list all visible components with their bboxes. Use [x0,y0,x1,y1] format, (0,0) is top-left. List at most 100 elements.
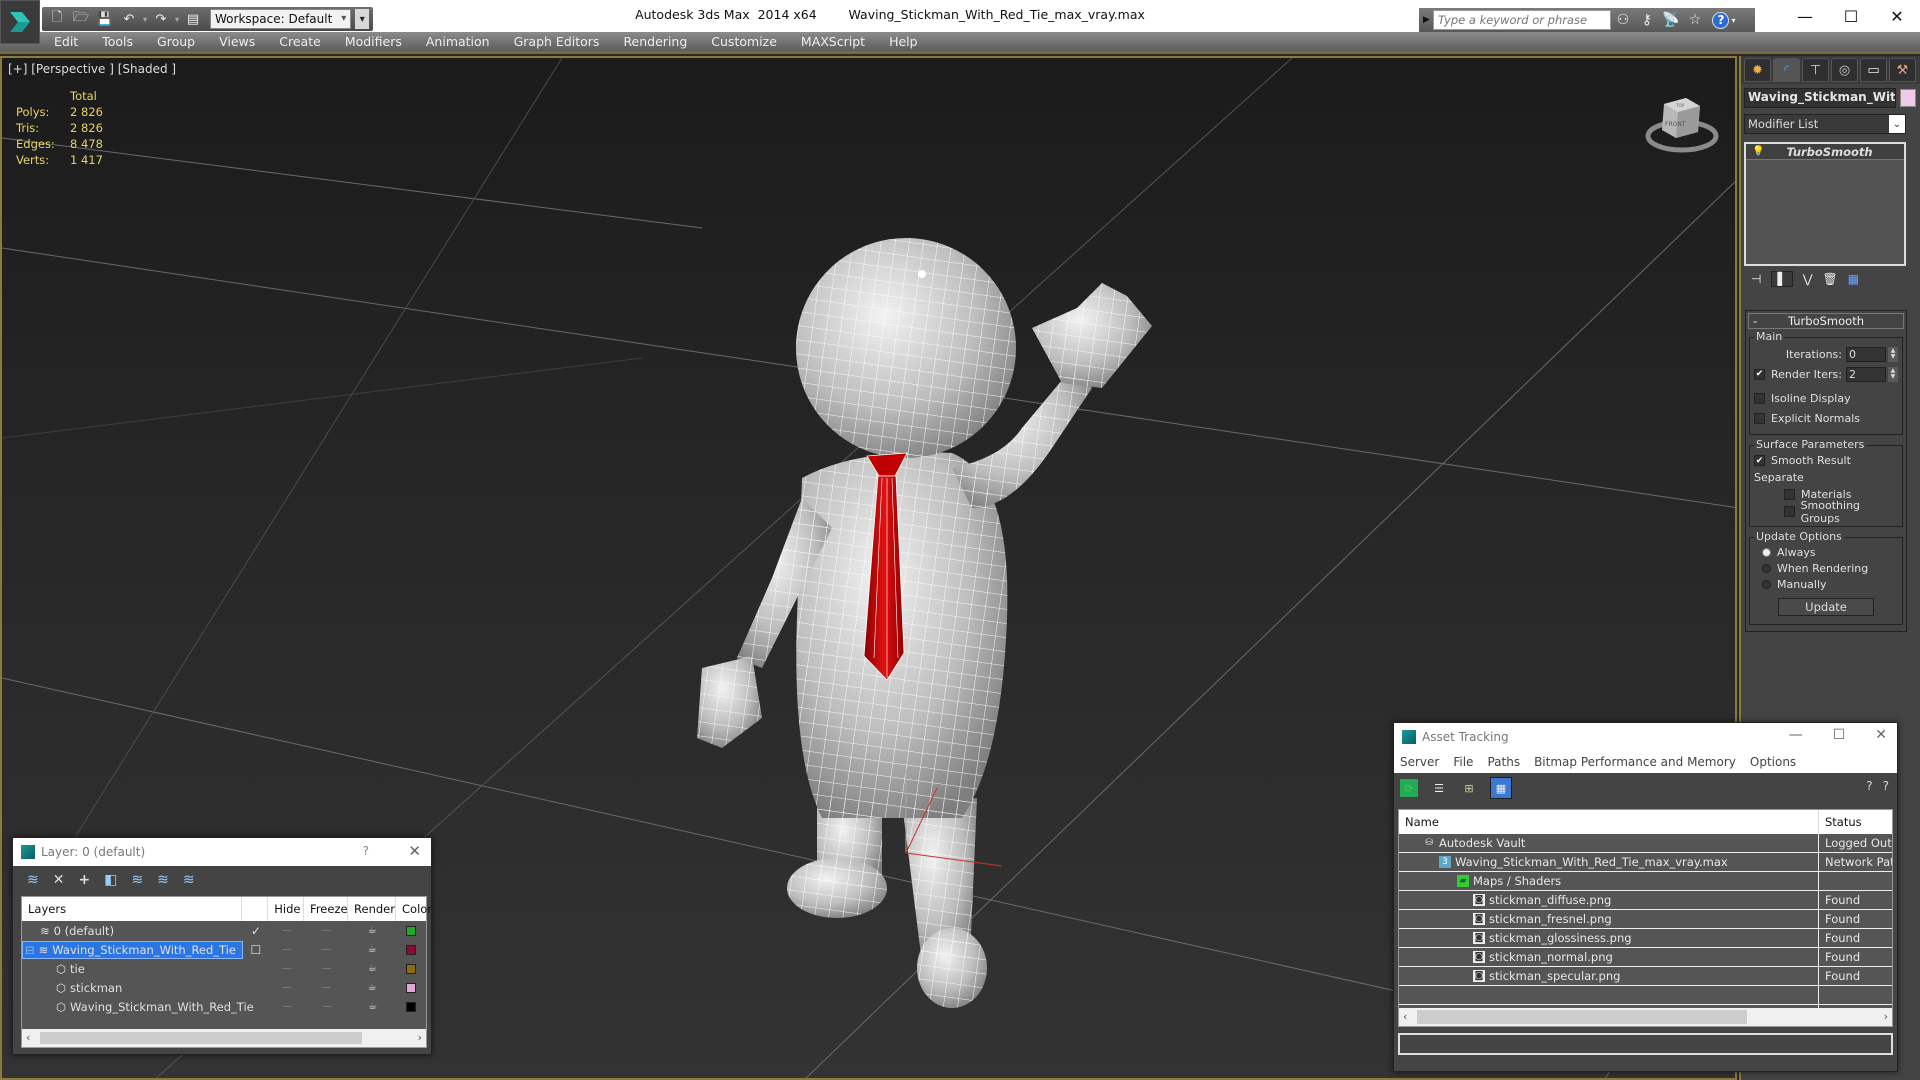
select-objects-in-layer-icon[interactable]: ◧ [104,872,117,888]
hide-unhide-all-icon[interactable]: ≋ [157,872,169,888]
freeze-toggle[interactable]: — [305,925,349,936]
menu-options[interactable]: Options [1750,755,1796,769]
delete-layer-icon[interactable]: ✕ [53,872,65,888]
hide-toggle[interactable]: — [269,982,305,993]
viewport-label[interactable]: [+] [Perspective ] [Shaded ] [8,62,176,76]
lightbulb-icon[interactable]: 💡 [1752,146,1764,157]
render-iters-input[interactable]: 2 [1845,366,1886,382]
motion-tab-icon[interactable]: ◎ [1831,58,1858,82]
scroll-left-icon[interactable]: ‹ [26,1031,30,1044]
utilities-tab-icon[interactable]: ⚒ [1889,58,1916,82]
scroll-right-icon[interactable]: › [418,1031,422,1044]
close-icon[interactable]: ✕ [408,842,421,860]
menu-modifiers[interactable]: Modifiers [345,34,402,49]
menu-group[interactable]: Group [157,34,195,49]
column-header-current[interactable] [242,897,269,921]
asset-row[interactable]: ◙ stickman_fresnel.png Found [1399,910,1892,929]
freeze-toggle[interactable]: — [305,963,349,974]
hierarchy-tab-icon[interactable]: ⊤ [1802,58,1829,82]
satellite-icon[interactable]: 📡 [1659,10,1683,30]
menu-file[interactable]: File [1453,755,1473,769]
asset-row[interactable]: 3 Waving_Stickman_With_Red_Tie_max_vray.m… [1399,853,1892,872]
layer-color-swatch[interactable] [406,982,417,993]
menu-edit[interactable]: Edit [54,34,78,49]
menu-paths[interactable]: Paths [1487,755,1520,769]
rollout-header[interactable]: - TurboSmooth [1748,313,1904,329]
hide-toggle[interactable]: — [269,963,305,974]
list-view-icon[interactable]: ☰ [1430,779,1448,797]
render-teapot-icon[interactable]: ☕ [349,1001,396,1012]
viewcube[interactable]: FRONT TOP [1642,86,1722,156]
update-when-rendering-radio[interactable] [1762,563,1771,573]
modifier-stack-item[interactable]: 💡 TurboSmooth [1746,144,1904,160]
freeze-toggle[interactable]: — [305,1001,349,1012]
layer-dialog-titlebar[interactable]: Layer: 0 (default) ? ✕ [13,838,431,866]
add-to-layer-icon[interactable]: + [78,872,90,888]
layer-row[interactable]: ⬡ tie — — ☕ [22,959,426,978]
smooth-result-checkbox[interactable]: ✔ [1754,455,1765,466]
collapse-layer-icon[interactable]: ⊟ [25,943,35,957]
help-button[interactable]: ? ▾ [1707,10,1741,30]
asset-dialog-titlebar[interactable]: Asset Tracking — ☐ ✕ [1394,723,1897,751]
object-color-swatch[interactable] [1900,89,1916,107]
layer-row[interactable]: ⊟ ≋ Waving_Stickman_With_Red_Tie ☐ — — ☕ [22,940,426,959]
make-unique-icon[interactable]: ⋁ [1803,272,1813,286]
modifier-list-dropdown[interactable]: Modifier List ⌄ [1744,114,1906,134]
menu-graph-editors[interactable]: Graph Editors [514,34,600,49]
create-new-layer-icon[interactable]: ≋ [27,872,39,888]
hide-toggle[interactable]: — [269,925,305,936]
layer-row[interactable]: ⬡ stickman — — ☕ [22,978,426,997]
column-header-layers[interactable]: Layers [22,897,243,921]
asset-row[interactable]: ◙ stickman_normal.png Found [1399,948,1892,967]
create-tab-icon[interactable]: ✹ [1744,58,1771,82]
update-always-radio[interactable] [1762,547,1771,557]
menu-rendering[interactable]: Rendering [623,34,687,49]
binoculars-icon[interactable]: ⚇ [1611,10,1635,30]
display-tab-icon[interactable]: ▭ [1860,58,1887,82]
freeze-toggle[interactable]: — [305,944,349,955]
menu-maxscript[interactable]: MAXScript [801,34,865,49]
object-name-field[interactable]: Waving_Stickman_With_ [1744,88,1896,108]
hide-toggle[interactable]: — [270,1001,306,1012]
freeze-toggle[interactable]: — [305,982,349,993]
menu-help[interactable]: Help [889,34,918,49]
column-header-render[interactable]: Render [348,897,396,921]
asset-row[interactable]: ◙ stickman_glossiness.png Found [1399,929,1892,948]
scroll-right-icon[interactable]: › [1884,1010,1888,1023]
layer-color-swatch[interactable] [406,925,417,936]
show-end-result-icon[interactable]: ▌ [1771,271,1793,287]
maximize-button[interactable]: ☐ [1833,727,1846,743]
remove-modifier-icon[interactable]: 🗑 [1823,272,1838,286]
modify-tab-icon[interactable]: ◜ [1773,58,1800,82]
help-icon[interactable]: ? [1866,779,1872,793]
scrollbar-thumb[interactable] [1417,1010,1747,1024]
refresh-icon[interactable]: ⟳ [1400,779,1418,797]
render-teapot-icon[interactable]: ☕ [348,963,396,974]
materials-checkbox[interactable] [1784,489,1795,500]
update-button[interactable]: Update [1778,598,1874,616]
column-header-status[interactable]: Status [1819,815,1892,829]
layer-row[interactable]: ≋ 0 (default) ✓ — — ☕ [22,921,426,940]
tree-view-icon[interactable]: ⊞ [1460,779,1478,797]
asset-row[interactable]: ▰ Maps / Shaders [1399,872,1892,891]
scrollbar-thumb[interactable] [40,1032,362,1044]
scroll-left-icon[interactable]: ‹ [1403,1010,1407,1023]
horizontal-scrollbar[interactable]: ‹ › [22,1029,426,1047]
application-menu-button[interactable] [0,0,40,44]
menu-customize[interactable]: Customize [711,34,777,49]
help-button[interactable]: ? [363,844,369,858]
configure-modifier-sets-icon[interactable]: ▦ [1848,272,1859,286]
layer-color-swatch[interactable] [406,963,417,974]
expand-search-icon[interactable]: ▶ [1423,15,1433,25]
pin-stack-icon[interactable]: ⊣ [1751,272,1761,286]
menu-views[interactable]: Views [219,34,255,49]
render-teapot-icon[interactable]: ☕ [348,982,396,993]
column-header-name[interactable]: Name [1399,810,1819,834]
explicit-normals-checkbox[interactable] [1754,412,1765,424]
layer-color-swatch[interactable] [406,944,417,955]
render-iters-checkbox[interactable]: ✔ [1754,368,1765,380]
column-header-freeze[interactable]: Freeze [304,897,349,921]
horizontal-scrollbar[interactable]: ‹ › [1399,1008,1892,1026]
menu-bitmap-performance[interactable]: Bitmap Performance and Memory [1534,755,1736,769]
render-teapot-icon[interactable]: ☕ [348,944,396,955]
